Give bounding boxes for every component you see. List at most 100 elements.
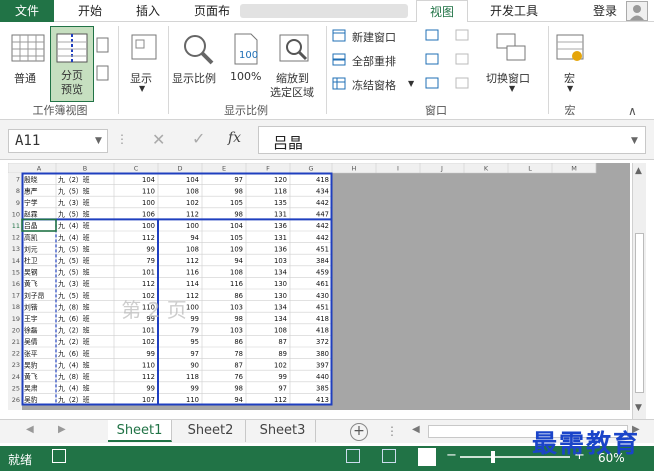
zoom-slider-thumb[interactable] (491, 451, 495, 463)
column-header: E (222, 165, 226, 173)
tab-view[interactable]: 视图 (416, 0, 468, 23)
expand-formula-icon[interactable]: ▼ (631, 136, 638, 146)
table-cell: 97 (234, 176, 243, 184)
row-header: 8 (16, 187, 20, 195)
table-cell: 刘元 (24, 244, 38, 253)
chevron-down-icon: ▼ (139, 84, 146, 93)
table-cell: 108 (186, 245, 199, 253)
show-button[interactable]: 显示 ▼ (124, 28, 164, 100)
table-cell: 九（2）班 (58, 395, 90, 404)
tab-home[interactable]: 开始 (70, 0, 110, 22)
add-sheet-icon[interactable]: + (350, 423, 368, 441)
freeze-panes-button[interactable]: 冻结窗格 ▼ (332, 76, 418, 92)
new-window-button[interactable]: 新建窗口 (332, 28, 414, 44)
table-cell: 136 (274, 222, 287, 230)
window-split-buttons[interactable] (424, 28, 442, 92)
prev-sheet-icon[interactable]: ◀ (26, 424, 34, 435)
macro-record-icon[interactable] (52, 449, 66, 463)
vertical-scrollbar[interactable]: ▲ ▼ (632, 163, 646, 419)
sheet-tab-1[interactable]: Sheet1 (108, 420, 172, 442)
table-cell: 86 (234, 338, 243, 346)
table-cell: 430 (316, 292, 329, 300)
window-compare-buttons[interactable] (454, 28, 472, 92)
sheet-tab-2[interactable]: Sheet2 (176, 420, 246, 442)
table-cell: 九（5）班 (58, 268, 90, 277)
table-cell: 130 (274, 280, 287, 288)
table-cell: 134 (274, 269, 287, 277)
zoom-button[interactable]: 显示比例 (172, 28, 222, 100)
separator (548, 26, 549, 114)
zoom-to-selection-button[interactable]: 缩放到 选定区域 (270, 28, 320, 104)
page-break-preview-button[interactable]: 分页 预览 (50, 26, 94, 102)
tab-page-layout[interactable]: 页面布 (186, 0, 238, 22)
table-cell: 九（5）班 (58, 244, 90, 253)
table-cell: 461 (316, 280, 329, 288)
table-cell: 79 (146, 257, 155, 265)
macros-button[interactable]: 宏 ▼ (554, 28, 588, 104)
table-cell: 109 (230, 245, 243, 253)
scroll-left-icon[interactable]: ◀ (412, 424, 420, 435)
table-cell: 宁学 (24, 198, 38, 207)
tab-insert[interactable]: 插入 (128, 0, 168, 22)
page-layout-view-icon[interactable] (382, 449, 396, 463)
normal-view-button[interactable]: 普通 (8, 28, 48, 100)
enter-icon[interactable]: ✓ (192, 129, 205, 148)
table-cell: 九（2）班 (58, 337, 90, 346)
switch-windows-button[interactable]: 切换窗口 ▼ (482, 28, 542, 104)
row-header: 12 (12, 234, 20, 242)
table-cell: 120 (274, 176, 287, 184)
table-cell: 九（5）班 (58, 256, 90, 265)
name-box[interactable]: A11 ▼ (8, 129, 108, 153)
next-sheet-icon[interactable]: ▶ (58, 424, 66, 435)
chevron-down-icon: ▼ (95, 136, 102, 146)
vertical-scroll-thumb[interactable] (635, 233, 644, 393)
table-cell: 118 (274, 187, 287, 195)
worksheet-grid[interactable]: A B C D E F G H I J K L M7 殷晓 九（2）班 104 104 97 120 4188 惠严 九（… (7, 162, 630, 410)
zoom-100-button[interactable]: 100 100% (226, 28, 266, 100)
user-avatar-icon[interactable] (626, 1, 648, 21)
scroll-up-icon[interactable]: ▲ (635, 166, 642, 176)
page-break-view-icon[interactable] (418, 448, 436, 466)
table-cell: 94 (234, 257, 243, 265)
tab-developer[interactable]: 开发工具 (478, 0, 550, 22)
row-header: 21 (12, 338, 20, 346)
sheet-tab-3[interactable]: Sheet3 (250, 420, 316, 442)
table-cell: 99 (190, 385, 199, 393)
table-cell: 99 (146, 350, 155, 358)
table-cell: 385 (316, 385, 329, 393)
collapse-ribbon-icon[interactable]: ∧ (628, 104, 646, 118)
custom-view-buttons[interactable] (96, 32, 110, 94)
table-cell: 黄飞 (24, 279, 38, 288)
formula-bar: A11 ▼ ⋮ ✕ ✓ fx 吕晶 ▼ (0, 120, 654, 160)
table-cell: 89 (278, 350, 287, 358)
login-link[interactable]: 登录 (588, 0, 622, 22)
table-cell: 114 (186, 280, 199, 288)
formula-input[interactable]: 吕晶 ▼ (258, 126, 646, 154)
table-cell: 九（6）班 (58, 349, 90, 358)
arrange-all-button[interactable]: 全部重排 (332, 52, 414, 68)
insert-function-icon[interactable]: fx (228, 130, 241, 146)
table-cell: 131 (274, 234, 287, 242)
zoom-100-label: 100% (230, 70, 262, 83)
status-ready: 就绪 (8, 453, 33, 467)
table-cell: 116 (230, 280, 243, 288)
table-cell: 442 (316, 199, 329, 207)
magnifier-icon (184, 35, 214, 65)
table-cell: 惠严 (24, 186, 38, 195)
table-cell: 87 (278, 338, 287, 346)
separator (118, 26, 119, 114)
chevron-down-icon: ▼ (567, 84, 574, 93)
page-layout-icon (96, 37, 109, 81)
scroll-down-icon[interactable]: ▼ (635, 403, 642, 413)
table-cell: 吴倩 (24, 337, 38, 346)
worksheet-area[interactable]: A B C D E F G H I J K L M 7 殷晓 九（2）班 104 104 97 120 418 8 惠严 九（… (7, 162, 630, 410)
table-cell: 86 (234, 292, 243, 300)
table-cell: 九（2）班 (58, 175, 90, 184)
table-cell: 九（4）班 (58, 221, 90, 230)
normal-view-icon[interactable] (346, 449, 360, 463)
tab-file[interactable]: 文件 (0, 0, 54, 22)
zoom-out-icon[interactable]: − (446, 448, 457, 463)
table-cell: 112 (274, 396, 287, 404)
cancel-icon[interactable]: ✕ (152, 130, 165, 149)
page-break-icon (56, 33, 88, 63)
